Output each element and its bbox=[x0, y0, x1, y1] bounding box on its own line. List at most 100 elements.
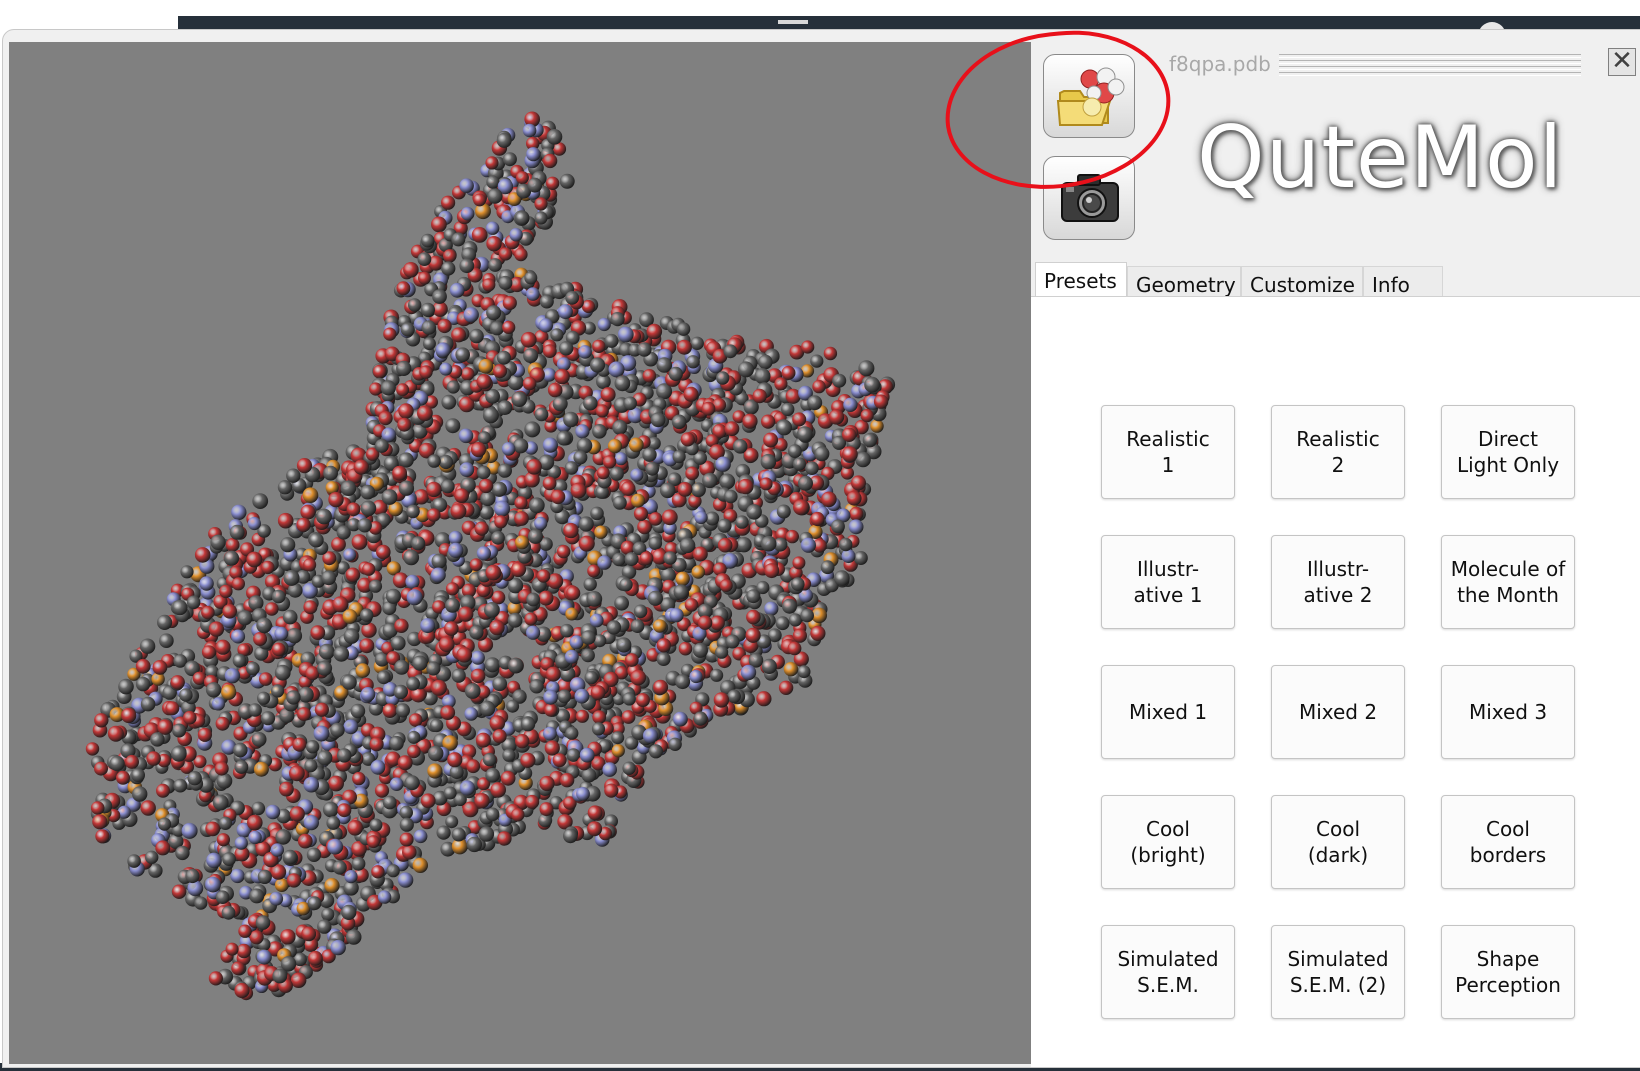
atom-sphere bbox=[821, 491, 837, 508]
atom-sphere bbox=[623, 396, 637, 411]
atom-sphere bbox=[724, 489, 738, 504]
preset-mixed-2[interactable]: Mixed 2 bbox=[1271, 665, 1405, 759]
control-panel: f8qpa.pdb ✕ QuteMol Presets Geometry Cus… bbox=[1031, 30, 1640, 1067]
close-button[interactable]: ✕ bbox=[1608, 48, 1636, 76]
preset-cool-borders[interactable]: Cool borders bbox=[1441, 795, 1575, 889]
atom-sphere bbox=[172, 723, 187, 738]
atom-sphere bbox=[702, 472, 718, 489]
preset-realistic-2[interactable]: Realistic 2 bbox=[1271, 405, 1405, 499]
atom-sphere bbox=[546, 129, 563, 145]
atom-sphere bbox=[445, 597, 460, 613]
atom-sphere bbox=[230, 868, 245, 884]
atom-sphere bbox=[95, 829, 110, 844]
atom-sphere bbox=[559, 773, 575, 788]
preset-simulated-sem[interactable]: Simulated S.E.M. bbox=[1101, 925, 1235, 1019]
atom-sphere bbox=[543, 726, 557, 741]
atom-sphere bbox=[211, 697, 225, 711]
atom-sphere bbox=[539, 294, 554, 309]
tab-customize[interactable]: Customize bbox=[1241, 266, 1363, 297]
atom-sphere bbox=[579, 747, 595, 763]
atom-sphere bbox=[396, 360, 412, 376]
molecule-render[interactable] bbox=[9, 42, 1031, 1064]
atom-sphere bbox=[208, 621, 225, 637]
atom-sphere bbox=[351, 856, 366, 871]
atom-sphere bbox=[398, 452, 414, 468]
atom-sphere bbox=[578, 345, 592, 359]
atom-sphere bbox=[510, 561, 527, 578]
atom-sphere bbox=[810, 511, 825, 527]
atom-sphere bbox=[399, 805, 413, 820]
preset-cool-bright[interactable]: Cool (bright) bbox=[1101, 795, 1235, 889]
atom-sphere bbox=[374, 783, 390, 798]
atom-sphere bbox=[834, 570, 850, 586]
atom-sphere bbox=[403, 262, 419, 278]
atom-sphere bbox=[253, 761, 269, 777]
atom-sphere bbox=[725, 634, 740, 649]
atom-sphere bbox=[828, 409, 845, 425]
atom-sphere bbox=[406, 589, 423, 606]
atom-sphere bbox=[272, 968, 288, 984]
atom-sphere bbox=[788, 444, 802, 458]
atom-sphere bbox=[94, 761, 108, 776]
atom-sphere bbox=[717, 518, 732, 533]
tab-geometry[interactable]: Geometry bbox=[1127, 266, 1241, 297]
atom-sphere bbox=[343, 548, 357, 562]
atom-sphere bbox=[229, 565, 243, 580]
atom-sphere bbox=[839, 537, 853, 552]
atom-sphere bbox=[554, 368, 570, 385]
tab-info[interactable]: Info bbox=[1363, 266, 1443, 297]
atom-sphere bbox=[398, 403, 414, 419]
atom-sphere bbox=[494, 500, 511, 517]
atom-sphere bbox=[792, 628, 808, 643]
preset-illustrative-1[interactable]: Illustr- ative 1 bbox=[1101, 535, 1235, 629]
preset-cool-dark[interactable]: Cool (dark) bbox=[1271, 795, 1405, 889]
atom-sphere bbox=[534, 197, 548, 211]
preset-illustrative-2[interactable]: Illustr- ative 2 bbox=[1271, 535, 1405, 629]
atom-sphere bbox=[676, 339, 692, 355]
atom-sphere bbox=[587, 564, 601, 578]
presets-page: Realistic 1 Realistic 2 Direct Light Onl… bbox=[1031, 296, 1640, 1067]
atom-sphere bbox=[502, 748, 516, 762]
title-grip[interactable] bbox=[1279, 54, 1581, 76]
atom-sphere bbox=[589, 613, 604, 628]
atom-sphere bbox=[592, 710, 607, 724]
atom-sphere bbox=[280, 537, 296, 553]
atom-sphere bbox=[805, 461, 819, 476]
atom-sphere bbox=[300, 504, 316, 520]
atom-sphere bbox=[556, 430, 572, 446]
tab-presets[interactable]: Presets bbox=[1035, 262, 1127, 298]
preset-realistic-1[interactable]: Realistic 1 bbox=[1101, 405, 1235, 499]
atom-sphere bbox=[343, 628, 360, 644]
atom-sphere bbox=[737, 478, 754, 495]
atom-sphere bbox=[473, 193, 487, 207]
atom-sphere bbox=[290, 972, 307, 988]
atom-sphere bbox=[501, 442, 516, 456]
preset-direct-light-only[interactable]: Direct Light Only bbox=[1441, 405, 1575, 499]
preset-mixed-1[interactable]: Mixed 1 bbox=[1101, 665, 1235, 759]
preset-mixed-3[interactable]: Mixed 3 bbox=[1441, 665, 1575, 759]
atom-sphere bbox=[394, 618, 409, 633]
atom-sphere bbox=[590, 685, 606, 700]
atom-sphere bbox=[620, 481, 636, 496]
atom-sphere bbox=[380, 380, 396, 396]
atom-sphere bbox=[470, 442, 487, 458]
atom-sphere bbox=[860, 409, 874, 423]
atom-sphere bbox=[515, 535, 529, 550]
atom-sphere bbox=[236, 943, 252, 959]
atom-sphere bbox=[469, 625, 484, 640]
atom-sphere bbox=[752, 388, 767, 404]
molecule-viewport[interactable] bbox=[9, 42, 1031, 1064]
atom-sphere bbox=[783, 662, 799, 677]
preset-shape-perception[interactable]: Shape Perception bbox=[1441, 925, 1575, 1019]
atom-sphere bbox=[624, 653, 639, 667]
atom-sphere bbox=[313, 725, 330, 742]
atom-sphere bbox=[841, 549, 856, 564]
atom-sphere bbox=[337, 748, 352, 763]
preset-simulated-sem-2[interactable]: Simulated S.E.M. (2) bbox=[1271, 925, 1405, 1019]
atom-sphere bbox=[330, 722, 345, 738]
atom-sphere bbox=[587, 805, 603, 821]
preset-molecule-of-the-month[interactable]: Molecule of the Month bbox=[1441, 535, 1575, 629]
atom-sphere bbox=[408, 713, 423, 727]
atom-sphere bbox=[381, 489, 398, 505]
atom-sphere bbox=[545, 176, 560, 190]
